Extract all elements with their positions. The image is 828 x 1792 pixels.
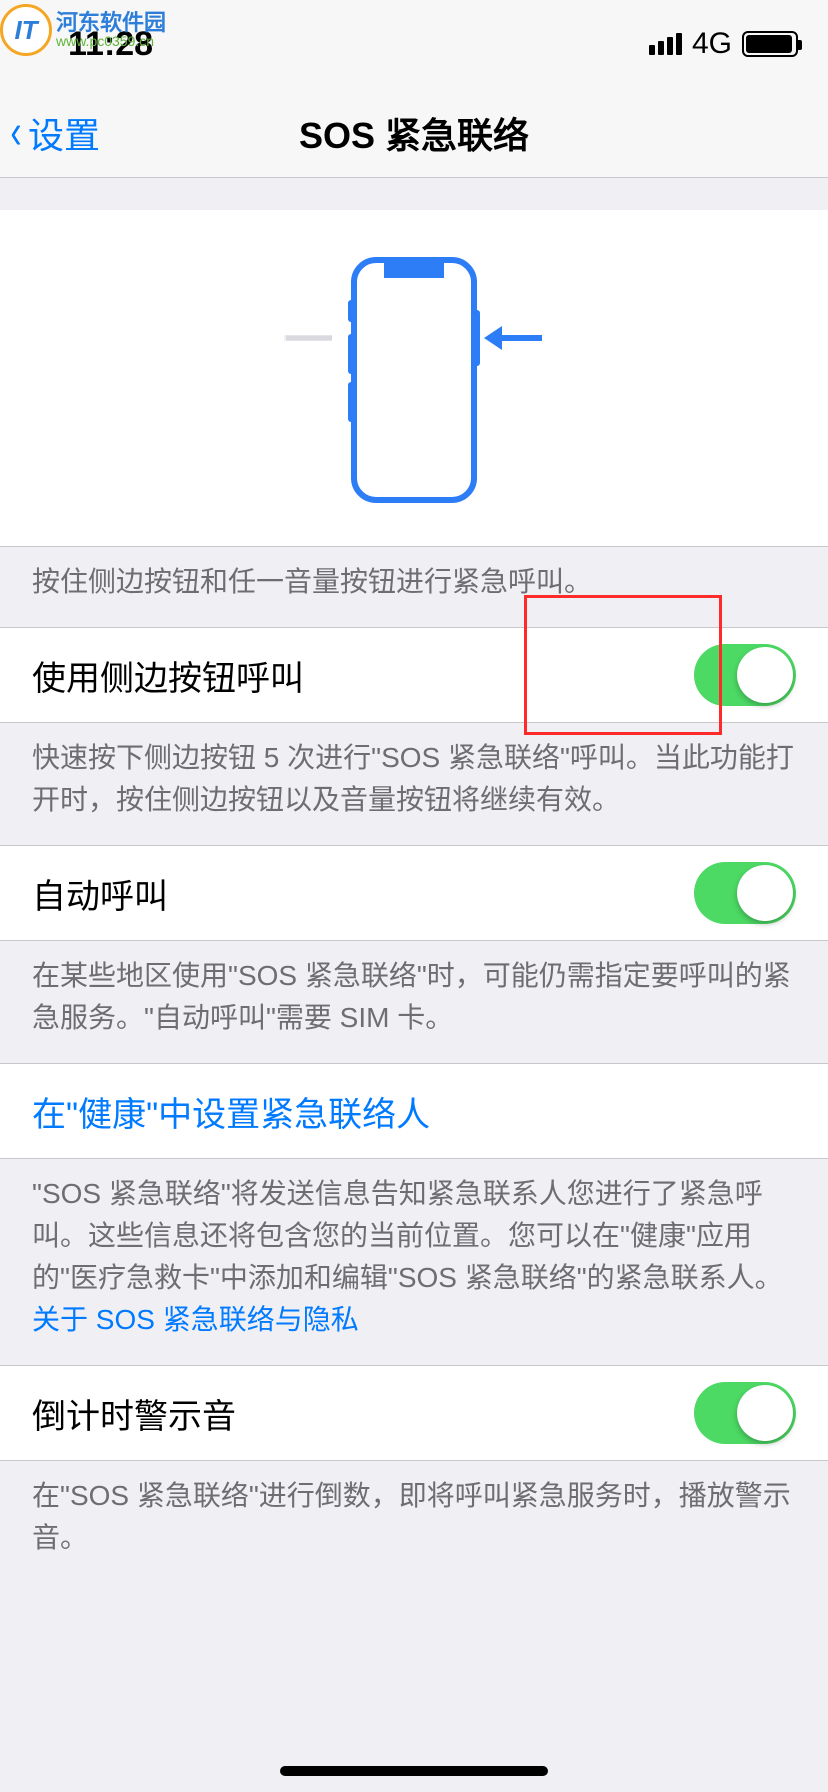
watermark-logo-icon: IT (0, 4, 52, 56)
home-indicator[interactable] (280, 1766, 548, 1776)
cell-auto-call[interactable]: 自动呼叫 (0, 845, 828, 941)
back-button[interactable]: ‹ 设置 (8, 88, 100, 177)
side-button-footer: 快速按下侧边按钮 5 次进行"SOS 紧急联络"呼叫。当此功能打开时，按住侧边按… (0, 723, 828, 845)
page-title: SOS 紧急联络 (299, 107, 529, 159)
watermark-url: www.pc0359.cn (56, 34, 166, 48)
countdown-footer: 在"SOS 紧急联络"进行倒数，即将呼叫紧急服务时，播放警示音。 (0, 1461, 828, 1583)
phone-illustration-icon (284, 250, 544, 510)
cell-side-button-call[interactable]: 使用侧边按钮呼叫 (0, 627, 828, 723)
auto-call-label: 自动呼叫 (32, 869, 168, 918)
chevron-left-icon: ‹ (10, 109, 21, 157)
side-button-call-label: 使用侧边按钮呼叫 (32, 651, 304, 700)
auto-call-footer: 在某些地区使用"SOS 紧急联络"时，可能仍需指定要呼叫的紧急服务。"自动呼叫"… (0, 941, 828, 1063)
hero-caption: 按住侧边按钮和任一音量按钮进行紧急呼叫。 (0, 547, 828, 627)
signal-icon (649, 33, 682, 55)
cell-health-contacts[interactable]: 在"健康"中设置紧急联络人 (0, 1063, 828, 1159)
countdown-sound-toggle[interactable] (694, 1382, 796, 1444)
side-button-call-toggle[interactable] (694, 644, 796, 706)
cell-countdown-sound[interactable]: 倒计时警示音 (0, 1365, 828, 1461)
watermark-title: 河东软件园 (56, 12, 166, 34)
network-label: 4G (692, 27, 732, 61)
back-label: 设置 (28, 107, 100, 159)
hero-illustration (0, 210, 828, 547)
health-contacts-footer: "SOS 紧急联络"将发送信息告知紧急联系人您进行了紧急呼叫。这些信息还将包含您… (0, 1159, 828, 1365)
auto-call-toggle[interactable] (694, 862, 796, 924)
battery-icon (742, 31, 798, 57)
privacy-link[interactable]: 关于 SOS 紧急联络与隐私 (32, 1304, 359, 1335)
health-contacts-label: 在"健康"中设置紧急联络人 (32, 1087, 430, 1136)
watermark: IT 河东软件园 www.pc0359.cn (0, 4, 166, 56)
countdown-sound-label: 倒计时警示音 (32, 1389, 236, 1438)
nav-bar: ‹ 设置 SOS 紧急联络 (0, 88, 828, 178)
